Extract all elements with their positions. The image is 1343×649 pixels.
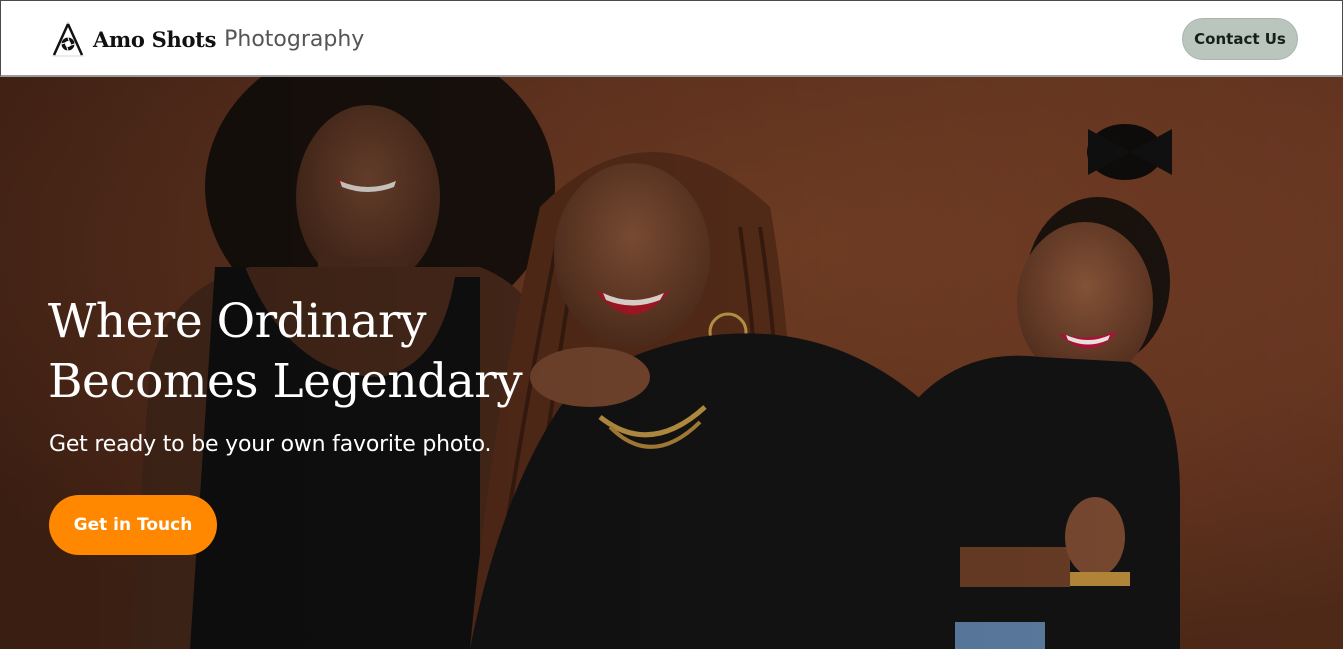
contact-us-button[interactable]: Contact Us bbox=[1182, 18, 1298, 60]
hero-section: Where Ordinary Becomes Legendary Get rea… bbox=[0, 77, 1343, 649]
brand-tagline: Photography bbox=[224, 26, 365, 52]
get-in-touch-button[interactable]: Get in Touch bbox=[49, 495, 217, 555]
hero-subtitle: Get ready to be your own favorite photo. bbox=[49, 432, 492, 457]
site-header: Amo Shots Photography Contact Us bbox=[0, 0, 1343, 77]
brand-logo-link[interactable]: Amo Shots Photography bbox=[49, 19, 364, 59]
brand-name: Amo Shots bbox=[93, 26, 217, 52]
hero-title: Where Ordinary Becomes Legendary bbox=[48, 292, 568, 412]
hero-title-line-2: Becomes Legendary bbox=[48, 354, 523, 409]
aperture-logo-icon bbox=[52, 20, 84, 57]
hero-title-line-1: Where Ordinary bbox=[48, 294, 427, 349]
